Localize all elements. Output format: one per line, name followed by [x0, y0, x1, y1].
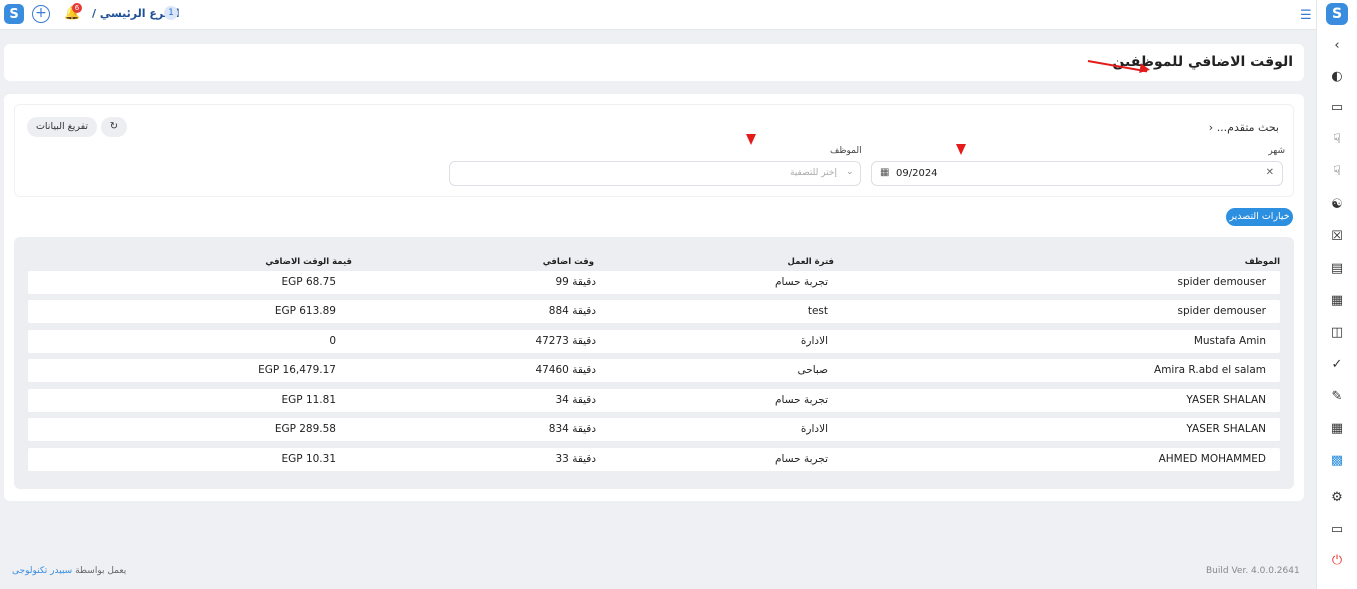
month-value: 09/2024	[896, 168, 938, 179]
cell-employee: Amira R.abd el salam	[1154, 364, 1266, 376]
overtime-table: الموظف فترة العمل وقت اضافي قيمة الوقت ا…	[14, 237, 1294, 489]
cell-employee: AHMED MOHAMMED	[1158, 453, 1266, 465]
hierarchy-icon[interactable]: ▦	[1328, 420, 1346, 438]
cell-value: EGP 289.58	[274, 423, 336, 435]
advanced-search-toggle[interactable]: بحث متقدم... ‹	[1209, 121, 1279, 134]
advanced-search-label: بحث متقدم...	[1216, 121, 1279, 134]
employee-label: الموظف	[830, 146, 862, 156]
signature-pen-icon[interactable]: ✎	[1328, 388, 1346, 406]
cell-shift: تجربة حسام	[775, 276, 828, 288]
branch-count-badge: 1	[164, 6, 178, 20]
filter-panel: بحث متقدم... ‹ تفريغ البيانات ↻ شهر المو…	[14, 104, 1294, 197]
annotation-marker-employee	[746, 134, 756, 145]
hand-coins-icon[interactable]: ☟	[1328, 163, 1346, 181]
reports-chart-icon[interactable]: ▩	[1328, 452, 1346, 470]
cell-shift: الادارة	[800, 335, 828, 347]
header-employee: الموظف	[1244, 257, 1280, 267]
cell-shift: الادارة	[800, 423, 828, 435]
cell-overtime: 47460 دقيقة	[535, 364, 596, 376]
sidebar-logo[interactable]: S	[1326, 3, 1348, 25]
notification-badge: 6	[72, 3, 82, 13]
chevron-down-icon: ⌄	[846, 167, 854, 177]
dashboard-gauge-icon[interactable]: ◐	[1328, 68, 1346, 86]
cell-employee: spider demouser	[1177, 305, 1266, 317]
table-row[interactable]: spider demouser test 884 دقيقة EGP 613.8…	[28, 300, 1280, 323]
cell-overtime: 33 دقيقة	[555, 453, 596, 465]
cell-value: EGP 10.31	[281, 453, 337, 465]
calendar-icon: ▦	[880, 167, 890, 178]
document-icon[interactable]: ▤	[1328, 260, 1346, 278]
cell-value: EGP 16,479.17	[258, 364, 336, 376]
hand-money-icon[interactable]: ☟	[1328, 131, 1346, 149]
cell-shift: صباحى	[797, 364, 828, 376]
unload-data-button[interactable]: تفريغ البيانات	[27, 117, 97, 137]
powered-by-label: يعمل بواسطة	[75, 566, 127, 576]
sidebar: S ‹ ◐ ▭ ☟ ☟ ☯ ☒ ▤ ▦ ◫ ✓ ✎ ▦ ▩ ⚙ ▭ ⏻	[1316, 0, 1357, 589]
month-label: شهر	[1268, 146, 1285, 156]
cell-value: EGP 11.81	[281, 394, 337, 406]
cell-employee: Mustafa Amin	[1193, 335, 1266, 347]
cell-shift: تجربة حسام	[775, 394, 828, 406]
close-icon[interactable]: ✕	[1266, 167, 1274, 178]
refresh-icon: ↻	[109, 121, 119, 132]
cell-shift: test	[807, 305, 828, 317]
chevron-left-icon: ‹	[1208, 121, 1214, 134]
header-shift: فترة العمل	[787, 257, 835, 267]
employee-select[interactable]: إختر للتصفية ⌄	[449, 161, 861, 186]
cell-overtime: 99 دقيقة	[555, 276, 596, 288]
build-version: Build Ver. 4.0.0.2641	[1206, 566, 1300, 576]
cell-value: EGP 613.89	[274, 305, 336, 317]
annotation-arrow-head	[1139, 63, 1151, 75]
cell-overtime: 34 دقيقة	[555, 394, 596, 406]
gear-icon[interactable]: ⚙	[1328, 489, 1346, 507]
table-row[interactable]: AHMED MOHAMMED تجربة حسام 33 دقيقة EGP 1…	[28, 448, 1280, 471]
power-icon[interactable]: ⏻	[1328, 552, 1346, 570]
add-icon[interactable]: +	[32, 5, 50, 23]
chevron-left-icon[interactable]: ‹	[1328, 37, 1346, 55]
powered-by: يعمل بواسطة سبيدر تكنولوجى	[12, 566, 126, 576]
export-options-button[interactable]: خيارات التصدير	[1226, 208, 1293, 226]
users-settings-icon[interactable]: ☯	[1328, 196, 1346, 214]
table-row[interactable]: spider demouser تجربة حسام 99 دقيقة EGP …	[28, 271, 1280, 294]
calendar-close-icon[interactable]: ☒	[1328, 228, 1346, 246]
table-row[interactable]: YASER SHALAN تجربة حسام 34 دقيقة EGP 11.…	[28, 389, 1280, 412]
table-row[interactable]: Amira R.abd el salam صباحى 47460 دقيقة E…	[28, 359, 1280, 382]
cell-overtime: 47273 دقيقة	[535, 335, 596, 347]
table-row[interactable]: YASER SHALAN الادارة 834 دقيقة EGP 289.5…	[28, 418, 1280, 441]
main-card: بحث متقدم... ‹ تفريغ البيانات ↻ شهر المو…	[4, 94, 1304, 501]
cell-value: 0	[329, 335, 336, 347]
title-card: الوقت الاضافي للموظفين	[4, 44, 1304, 81]
approval-icon[interactable]: ✓	[1328, 356, 1346, 374]
cards-icon[interactable]: ◫	[1328, 324, 1346, 342]
add-box-icon[interactable]: ▦	[1328, 292, 1346, 310]
app-logo[interactable]: S	[4, 4, 24, 24]
header-overtime: وقت اضافي	[542, 257, 594, 267]
ticket-icon[interactable]: ▭	[1328, 99, 1346, 117]
cell-overtime: 834 دقيقة	[548, 423, 596, 435]
month-input[interactable]: ▦ 09/2024 ✕	[871, 161, 1283, 186]
screen-icon[interactable]: ▭	[1328, 521, 1346, 539]
cell-overtime: 884 دقيقة	[548, 305, 596, 317]
employee-placeholder: إختر للتصفية	[790, 168, 837, 178]
top-bar: S + 🔔 6 الفرع الرئيسي / 1 ☰	[0, 0, 1316, 30]
header-overtime-value: قيمة الوقت الاضافي	[265, 257, 352, 267]
table-row[interactable]: Mustafa Amin الادارة 47273 دقيقة 0	[28, 330, 1280, 353]
brand-link[interactable]: سبيدر تكنولوجى	[12, 566, 72, 576]
cell-employee: YASER SHALAN	[1186, 394, 1266, 406]
annotation-marker-month	[956, 144, 966, 155]
hamburger-menu-icon[interactable]: ☰	[1300, 8, 1312, 23]
refresh-button[interactable]: ↻	[101, 117, 127, 137]
cell-shift: تجربة حسام	[775, 453, 828, 465]
cell-value: EGP 68.75	[281, 276, 337, 288]
cell-employee: spider demouser	[1177, 276, 1266, 288]
cell-employee: YASER SHALAN	[1186, 423, 1266, 435]
